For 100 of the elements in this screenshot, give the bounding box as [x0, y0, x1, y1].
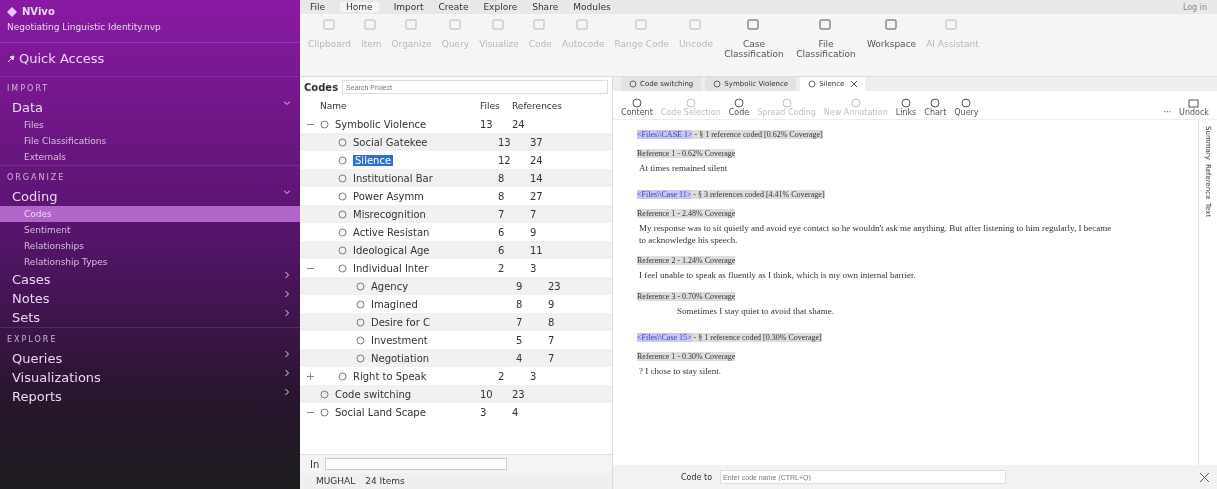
ribbon-tab[interactable]: Create — [438, 2, 469, 12]
ribbon-tab[interactable]: Modules — [573, 2, 611, 12]
code-node-icon — [338, 227, 347, 237]
chevron-icon — [284, 389, 290, 395]
toolbar-button[interactable]: Links — [895, 98, 917, 117]
expander-icon[interactable] — [306, 372, 314, 380]
references-count: 24 — [512, 118, 526, 130]
nav-group[interactable]: Visualizations — [0, 368, 300, 387]
code-row[interactable]: Misrecognition 7 7 — [300, 205, 612, 223]
code-row[interactable]: Desire for C 7 8 — [300, 313, 612, 331]
ribbon-tab[interactable]: Home — [340, 2, 379, 12]
files-count: 3 — [480, 406, 488, 418]
references-count: 24 — [530, 154, 544, 166]
references-count: 4 — [512, 406, 520, 418]
source-link[interactable]: <Files\\Case 11> — [637, 190, 692, 200]
source-link[interactable]: <Files\\Case 15> — [637, 332, 692, 342]
references-count: 9 — [530, 226, 538, 238]
code-row[interactable]: Symbolic Violence 13 24 — [300, 115, 612, 133]
code-row[interactable]: Silence 12 24 — [300, 151, 612, 169]
code-to-label: Code to — [681, 472, 713, 482]
ribbon-tab[interactable]: Import — [393, 2, 424, 12]
more-button[interactable]: ··· — [1163, 108, 1172, 117]
references-count: 9 — [548, 298, 556, 310]
files-count: 13 — [480, 118, 494, 130]
nav-item[interactable]: Sentiment — [0, 222, 300, 238]
code-name: Power Asymm — [353, 190, 424, 202]
code-row[interactable]: Power Asymm 8 27 — [300, 187, 612, 205]
coded-text: Sometimes I stay quiet to avoid that shame. — [676, 304, 835, 317]
code-row[interactable]: Code switching 10 23 — [300, 385, 612, 403]
ribbon-tool-icon — [533, 18, 548, 31]
code-name: Institutional Bar — [353, 172, 433, 184]
files-count: 13 — [498, 136, 512, 148]
ribbon-button[interactable]: File Classification — [794, 18, 857, 59]
code-row[interactable]: Institutional Bar 8 14 — [300, 169, 612, 187]
chevron-icon — [284, 351, 290, 357]
code-row[interactable]: Imagined 8 9 — [300, 295, 612, 313]
files-count: 8 — [498, 190, 506, 202]
toolbar-button[interactable]: Query — [954, 98, 979, 117]
app-name: NVivo — [22, 6, 55, 17]
column-header[interactable]: References — [512, 101, 572, 111]
code-row[interactable]: Right to Speak 2 3 — [300, 367, 612, 385]
ribbon-tab[interactable]: Share — [532, 2, 559, 12]
toolbar-button[interactable]: Code — [728, 98, 750, 117]
code-row[interactable]: Active Resistan 6 9 — [300, 223, 612, 241]
ribbon-tab[interactable]: Explore — [483, 2, 518, 12]
nav-group[interactable]: Reports — [0, 387, 300, 406]
nav-group[interactable]: Sets — [0, 308, 300, 327]
window-icon — [1188, 98, 1201, 108]
source-link[interactable]: <Files\\CASE 1> — [637, 130, 693, 139]
undock-button[interactable]: Undock — [1179, 98, 1209, 117]
nav-item[interactable]: Relationship Types — [0, 254, 300, 270]
toolbar-button[interactable]: Content — [621, 98, 653, 117]
files-count: 9 — [516, 280, 524, 292]
code-row[interactable]: Social Gatekee 13 37 — [300, 133, 612, 151]
nav-group[interactable]: Cases — [0, 270, 300, 289]
ribbon-tab[interactable]: File — [310, 2, 326, 12]
reference-heading: Reference 1 - 2.48% Coverage — [637, 209, 736, 219]
section-header: IMPORT — [0, 76, 300, 98]
panel-title: Codes — [304, 81, 339, 93]
nav-item[interactable]: File Classifications — [0, 133, 300, 149]
code-node-icon — [338, 371, 347, 381]
column-header[interactable]: Files — [480, 101, 512, 111]
code-name: Agency — [371, 280, 409, 292]
references-count: 27 — [530, 190, 544, 202]
ribbon-button[interactable]: Workspace — [866, 18, 917, 59]
close-icon[interactable] — [1200, 472, 1209, 482]
code-node-icon — [338, 209, 347, 219]
code-row[interactable]: Negotiation 4 7 — [300, 349, 612, 367]
nav-item[interactable]: Externals — [0, 149, 300, 165]
code-node-icon — [808, 80, 817, 88]
toolbar-button[interactable]: Chart — [924, 98, 947, 117]
code-row[interactable]: Investment 5 7 — [300, 331, 612, 349]
ribbon-tool-icon — [945, 18, 960, 31]
code-row[interactable]: Social Land Scape 3 4 — [300, 403, 612, 421]
user-name: MUGHAL — [316, 476, 356, 486]
code-name: Individual Inter — [353, 262, 429, 274]
code-row[interactable]: Agency 9 23 — [300, 277, 612, 295]
column-header[interactable]: Name — [320, 101, 480, 111]
code-name: Imagined — [371, 298, 418, 310]
ribbon-button[interactable]: Case Classification — [722, 18, 785, 59]
files-count: 6 — [498, 226, 506, 238]
nav-group[interactable]: Queries — [0, 349, 300, 368]
ribbon-tool-icon — [884, 18, 899, 31]
nav-item[interactable]: Files — [0, 117, 300, 133]
toolbar-tool-icon — [780, 98, 793, 108]
nav-group[interactable]: Coding — [0, 187, 300, 206]
references-count: 7 — [548, 334, 556, 346]
reference-heading: Reference 1 - 0.62% Coverage — [637, 149, 736, 158]
quick-access-item[interactable]: Quick Access — [19, 51, 105, 66]
nav-group[interactable]: Data — [0, 98, 300, 117]
nav-item[interactable]: Relationships — [0, 238, 300, 254]
code-row[interactable]: Individual Inter 2 3 — [300, 259, 612, 277]
code-node-icon — [338, 137, 347, 147]
code-node-icon — [338, 263, 347, 273]
close-icon[interactable] — [851, 81, 858, 87]
code-name: Silence — [353, 154, 394, 166]
toolbar-tool-icon — [900, 98, 912, 108]
code-row[interactable]: Ideological Age 6 11 — [300, 241, 612, 259]
toolbar-tool-icon — [630, 98, 643, 108]
nav-group[interactable]: Notes — [0, 289, 300, 308]
